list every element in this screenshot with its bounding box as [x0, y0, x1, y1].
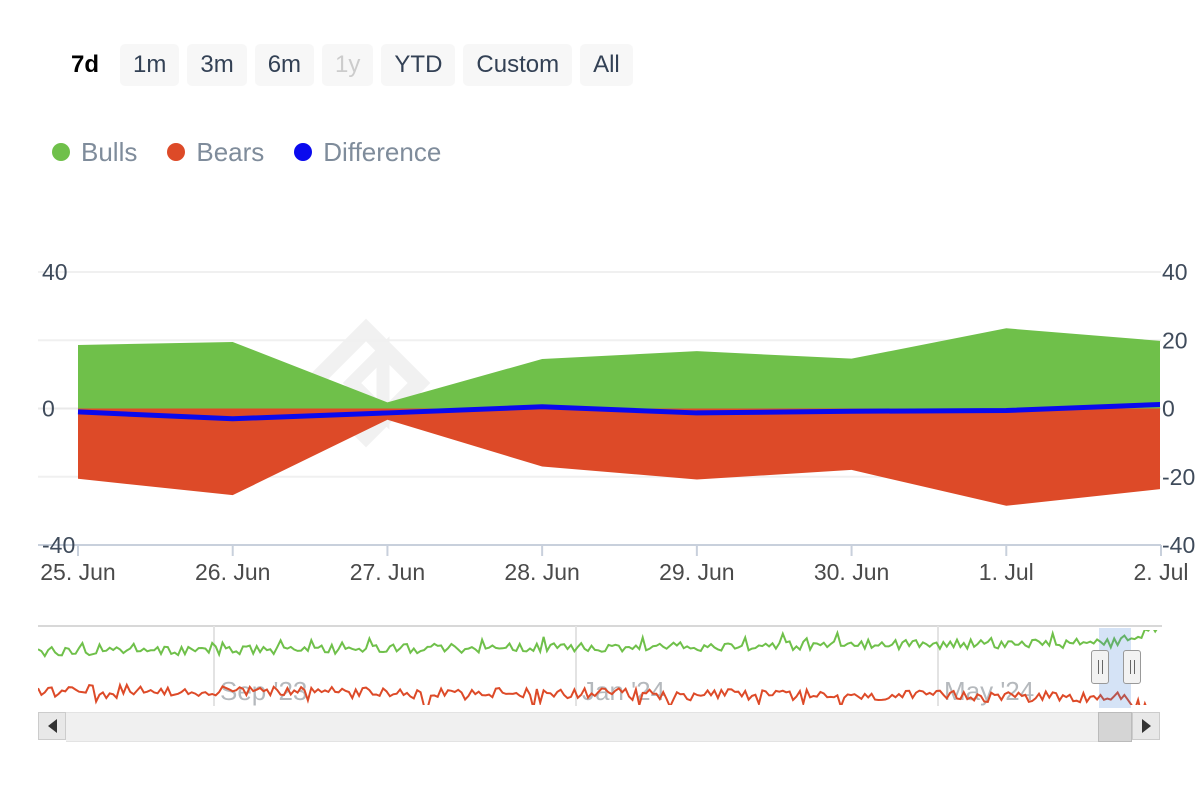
legend-item-bears[interactable]: Bears: [167, 139, 264, 165]
x-axis-label: 29. Jun: [659, 559, 734, 585]
y-axis-labels-right: 40 20 0 -20 -40: [1162, 259, 1195, 558]
legend-label: Bears: [196, 137, 265, 167]
series-line-difference: [77, 401, 1160, 422]
chevron-right-icon: [1141, 719, 1151, 733]
x-axis-labels: 25. Jun 26. Jun 27. Jun 28. Jun 29. Jun 30. J…: [40, 559, 1188, 585]
x-axis-label: 1. Jul: [979, 559, 1034, 585]
range-button-7d[interactable]: 7d: [58, 44, 112, 86]
x-axis-label: 27. Jun: [350, 559, 425, 585]
navigator-tick-labels: Sep '23 Jan '24 May '24: [220, 676, 1034, 706]
legend-dot-icon: [294, 143, 313, 161]
navigator-scrollbar-track[interactable]: [66, 712, 1132, 742]
stock-chart-container: 7d 1m 3m 6m 1y YTD Custom All Bulls Bears Differe…: [0, 0, 1200, 800]
legend-dot-icon: [167, 143, 186, 161]
range-button-custom[interactable]: Custom: [463, 44, 573, 86]
y-axis-label-left: 0: [42, 396, 55, 422]
legend-item-difference[interactable]: Difference: [294, 139, 441, 165]
y-gridlines: [38, 271, 1161, 546]
y-axis-label-right: -40: [1162, 532, 1195, 558]
navigator-series-bulls: [38, 630, 1158, 659]
grip-line-icon: [1097, 660, 1099, 674]
series-area-bears: [78, 408, 1160, 506]
y-axis-label-right: 40: [1162, 259, 1188, 285]
navigator-tick-label: Jan '24: [582, 676, 665, 706]
x-axis-label: 25. Jun: [40, 559, 115, 585]
range-button-1m[interactable]: 1m: [120, 44, 180, 86]
y-axis-label-right: -20: [1162, 464, 1195, 490]
range-button-6m[interactable]: 6m: [254, 44, 315, 86]
x-axis-ticks: [77, 545, 1162, 556]
navigator-panel: Sep '23 Jan '24 May '24: [38, 625, 1162, 708]
nav-handle-left[interactable]: [1091, 650, 1109, 684]
chart-legend: Bulls Bears Difference: [52, 130, 441, 174]
legend-label: Difference: [323, 137, 442, 167]
grip-line-icon: [1129, 660, 1131, 674]
grip-line-icon: [1101, 660, 1103, 674]
y-axis-label-right: 20: [1162, 327, 1188, 353]
nav-handle-right[interactable]: [1123, 650, 1141, 684]
scrollbar-left-arrow-button[interactable]: [38, 712, 66, 740]
y-axis-label-left: 40: [42, 259, 68, 285]
range-button-3m[interactable]: 3m: [187, 44, 247, 86]
scrollbar-right-arrow-button[interactable]: [1132, 712, 1160, 740]
navigator-gridlines: [213, 626, 939, 706]
legend-item-bulls[interactable]: Bulls: [52, 139, 137, 165]
navigator-scrollbar-thumb[interactable]: [1098, 712, 1132, 742]
navigator-tick-label: Sep '23: [220, 676, 307, 706]
x-axis-label: 28. Jun: [504, 559, 579, 585]
y-axis-label-right: 0: [1162, 396, 1175, 422]
range-button-ytd[interactable]: YTD: [381, 44, 456, 86]
x-axis-label: 2. Jul: [1134, 559, 1189, 585]
plot-area-wrapper: 25. Jun 26. Jun 27. Jun 28. Jun 29. Jun 30. J…: [0, 0, 1200, 800]
navigator-tick-label: May '24: [944, 676, 1034, 706]
range-button-1y: 1y: [322, 44, 374, 86]
chevron-left-icon: [47, 719, 57, 733]
diamond-logo-watermark: [301, 318, 431, 448]
range-selector: 7d 1m 3m 6m 1y YTD Custom All: [58, 44, 633, 86]
legend-label: Bulls: [81, 137, 138, 167]
x-axis-label: 26. Jun: [195, 559, 270, 585]
series-area-bulls: [78, 328, 1160, 409]
x-axis-label: 30. Jun: [814, 559, 889, 585]
grip-line-icon: [1133, 660, 1135, 674]
range-button-all[interactable]: All: [580, 44, 633, 86]
y-axis-label-left: -40: [42, 532, 75, 558]
legend-dot-icon: [52, 143, 70, 161]
y-axis-labels-left: 40 0 -40: [42, 259, 75, 558]
